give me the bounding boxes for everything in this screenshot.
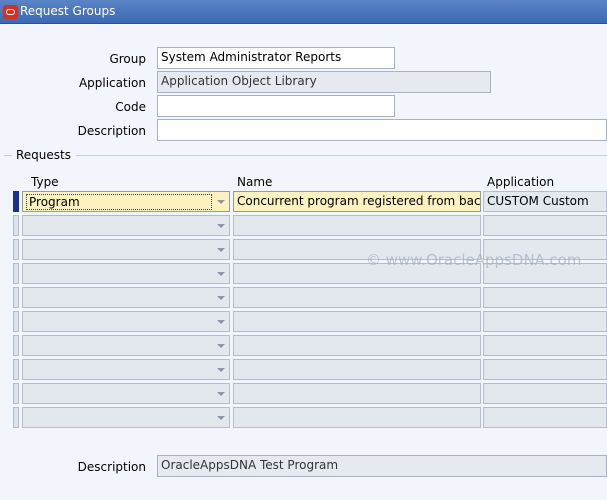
footer-description-field[interactable]: OracleAppsDNA Test Program [157, 455, 607, 477]
application-cell[interactable] [483, 383, 607, 404]
application-cell[interactable] [483, 287, 607, 308]
code-label: Code [115, 100, 146, 114]
application-cell[interactable] [483, 215, 607, 236]
row-indicator[interactable] [13, 263, 19, 284]
chevron-down-icon[interactable] [217, 344, 225, 348]
group-field[interactable]: System Administrator Reports [157, 47, 395, 69]
chevron-down-icon[interactable] [217, 368, 225, 372]
section-divider [76, 155, 607, 156]
type-select[interactable] [22, 263, 230, 284]
type-select[interactable] [22, 359, 230, 380]
row-indicator[interactable] [13, 215, 19, 236]
row-indicator[interactable] [13, 383, 19, 404]
name-field[interactable] [233, 335, 481, 356]
type-select[interactable] [22, 335, 230, 356]
type-select[interactable] [22, 215, 230, 236]
application-cell[interactable] [483, 311, 607, 332]
chevron-down-icon[interactable] [217, 248, 225, 252]
type-select[interactable] [22, 407, 230, 428]
name-field[interactable] [233, 287, 481, 308]
row-indicator[interactable] [13, 335, 19, 356]
row-indicator[interactable] [13, 407, 19, 428]
column-header-name: Name [237, 175, 273, 189]
watermark-text: © www.OracleAppsDNA.com [366, 251, 582, 269]
chevron-down-icon[interactable] [217, 272, 225, 276]
chevron-down-icon[interactable] [217, 296, 225, 300]
chevron-down-icon[interactable] [217, 224, 225, 228]
window-titlebar: Request Groups [0, 0, 607, 24]
section-divider-left [4, 155, 12, 156]
type-select[interactable] [22, 383, 230, 404]
type-select[interactable]: Program [22, 191, 230, 212]
code-field[interactable] [157, 95, 395, 117]
type-select[interactable] [22, 311, 230, 332]
column-header-type: Type [31, 175, 59, 189]
footer-description-label: Description [77, 460, 146, 474]
name-field[interactable] [233, 215, 481, 236]
row-indicator[interactable] [13, 191, 19, 212]
chevron-down-icon[interactable] [217, 200, 225, 204]
row-indicator[interactable] [13, 311, 19, 332]
application-field[interactable]: Application Object Library [157, 71, 491, 93]
row-indicator[interactable] [13, 359, 19, 380]
application-cell[interactable] [483, 335, 607, 356]
name-field[interactable] [233, 407, 481, 428]
oracle-logo-icon [3, 5, 18, 19]
application-cell[interactable] [483, 407, 607, 428]
type-select[interactable] [22, 239, 230, 260]
type-select[interactable] [22, 287, 230, 308]
description-label: Description [77, 124, 146, 138]
row-indicator[interactable] [13, 287, 19, 308]
type-value: Program [26, 194, 212, 210]
chevron-down-icon[interactable] [217, 320, 225, 324]
window-title: Request Groups [20, 4, 116, 18]
application-cell[interactable] [483, 359, 607, 380]
name-field[interactable] [233, 311, 481, 332]
description-field[interactable] [157, 119, 607, 141]
application-label: Application [78, 76, 146, 90]
row-indicator[interactable] [13, 239, 19, 260]
application-cell[interactable]: CUSTOM Custom [483, 191, 607, 212]
name-field[interactable]: Concurrent program registered from backe… [233, 191, 481, 212]
group-label: Group [109, 52, 146, 66]
name-field[interactable] [233, 359, 481, 380]
name-field[interactable] [233, 383, 481, 404]
chevron-down-icon[interactable] [217, 416, 225, 420]
chevron-down-icon[interactable] [217, 392, 225, 396]
column-header-application: Application [487, 175, 555, 189]
requests-section-label: Requests [16, 148, 71, 162]
